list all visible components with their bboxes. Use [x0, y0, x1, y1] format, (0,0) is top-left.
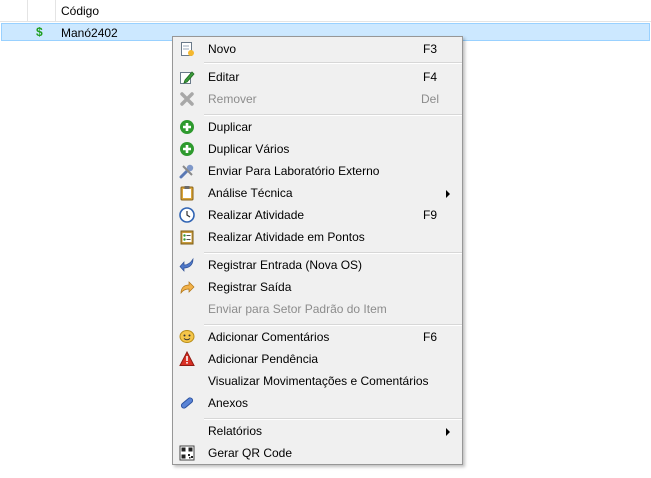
menu-item-adicionar-pendencia[interactable]: Adicionar Pendência [175, 348, 460, 370]
menu-item-editar[interactable]: Editar F4 [175, 66, 460, 88]
green-plus-icon [179, 141, 195, 157]
menu-item-realizar-atividade[interactable]: Realizar Atividade F9 [175, 204, 460, 226]
menu-item-registrar-saida[interactable]: Registrar Saída [175, 276, 460, 298]
menu-item-shortcut: F6 [422, 330, 437, 344]
menu-item-duplicar-varios[interactable]: Duplicar Vários [175, 138, 460, 160]
menu-item-adicionar-comentarios[interactable]: Adicionar Comentários F6 [175, 326, 460, 348]
remove-x-icon [179, 91, 195, 107]
clipboard-icon [179, 185, 195, 201]
menu-item-label: Visualizar Movimentações e Comentários [208, 374, 429, 388]
menu-item-label: Análise Técnica [208, 186, 293, 200]
menu-item-label: Gerar QR Code [208, 446, 293, 460]
submenu-arrow-icon [446, 190, 450, 198]
menu-item-label: Novo [208, 42, 237, 56]
menu-item-label: Duplicar Vários [208, 142, 290, 156]
menu-item-label: Anexos [208, 396, 249, 410]
menu-item-anexos[interactable]: Anexos [175, 392, 460, 414]
grid-header: Código [0, 0, 651, 22]
menu-item-duplicar[interactable]: Duplicar [175, 116, 460, 138]
paperclip-icon [179, 395, 195, 411]
menu-item-label: Enviar Para Laboratório Externo [208, 164, 380, 178]
menu-item-visualizar-movimentacoes[interactable]: Visualizar Movimentações e Comentários [175, 370, 460, 392]
menu-item-label: Adicionar Pendência [208, 352, 319, 366]
menu-item-label: Remover [208, 92, 257, 106]
menu-item-label: Adicionar Comentários [208, 330, 330, 344]
return-arrow-icon [179, 257, 195, 273]
menu-item-shortcut: Del [420, 92, 439, 106]
clock-icon [179, 207, 195, 223]
menu-item-label: Registrar Saída [208, 280, 292, 294]
column-divider[interactable] [55, 0, 56, 21]
menu-item-realizar-atividade-pontos[interactable]: Realizar Atividade em Pontos [175, 226, 460, 248]
comment-face-icon [179, 329, 195, 345]
menu-item-label: Realizar Atividade [208, 208, 305, 222]
warning-icon [179, 350, 195, 367]
row-code: Manó2402 [61, 26, 118, 40]
green-plus-icon [179, 119, 195, 135]
menu-item-enviar-laboratorio[interactable]: Enviar Para Laboratório Externo [175, 160, 460, 182]
menu-item-registrar-entrada[interactable]: Registrar Entrada (Nova OS) [175, 254, 460, 276]
context-menu: Novo F3 Editar F4 Remover Del Duplicar D… [172, 36, 463, 465]
menu-item-label: Editar [208, 70, 240, 84]
menu-item-gerar-qr-code[interactable]: Gerar QR Code [175, 442, 460, 464]
edit-pencil-icon [179, 69, 195, 85]
menu-item-label: Realizar Atividade em Pontos [208, 230, 365, 244]
menu-item-label: Enviar para Setor Padrão do Item [208, 302, 387, 316]
menu-item-relatorios[interactable]: Relatórios [175, 420, 460, 442]
column-divider[interactable] [27, 0, 28, 21]
forward-arrow-icon [179, 279, 195, 295]
menu-item-enviar-setor-padrao: Enviar para Setor Padrão do Item [175, 298, 460, 320]
new-document-icon [179, 41, 195, 57]
submenu-arrow-icon [446, 428, 450, 436]
menu-item-label: Registrar Entrada (Nova OS) [208, 258, 363, 272]
menu-item-label: Duplicar [208, 120, 253, 134]
menu-item-label: Relatórios [208, 424, 263, 438]
column-header-codigo[interactable]: Código [61, 4, 99, 18]
tools-icon [179, 163, 195, 179]
dollar-icon: $ [36, 25, 43, 39]
menu-item-shortcut: F9 [422, 208, 437, 222]
menu-separator [204, 62, 462, 64]
menu-item-analise-tecnica[interactable]: Análise Técnica [175, 182, 460, 204]
menu-item-remover: Remover Del [175, 88, 460, 110]
menu-item-shortcut: F4 [422, 70, 437, 84]
qr-code-icon [179, 445, 195, 461]
points-list-icon [179, 229, 195, 245]
menu-item-novo[interactable]: Novo F3 [175, 38, 460, 60]
menu-item-shortcut: F3 [422, 42, 437, 56]
